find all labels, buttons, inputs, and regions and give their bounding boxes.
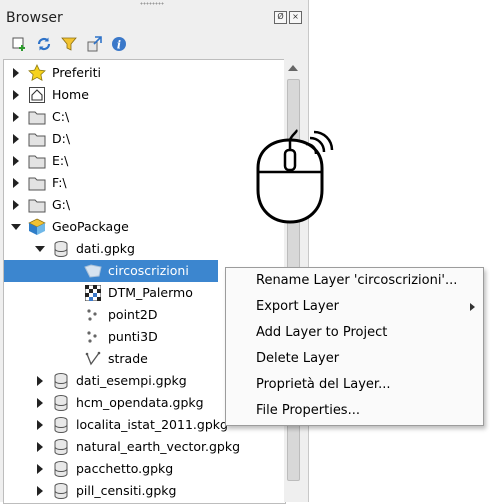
- scroll-up-icon[interactable]: [288, 65, 298, 71]
- expand-arrow-icon[interactable]: [10, 111, 22, 123]
- tree-item-drive-c[interactable]: C:\: [10, 106, 69, 128]
- geopackage-icon: [28, 218, 46, 236]
- polygon-layer-icon: [84, 262, 102, 280]
- tree-item-preferiti[interactable]: Preferiti: [10, 62, 101, 84]
- tree-item-label: localita_istat_2011.gpkg: [76, 417, 228, 432]
- tree-item-label: natural_earth_vector.gpkg: [76, 439, 241, 454]
- tree-item-drive-e[interactable]: E:\: [10, 150, 68, 172]
- menu-item-rename-layer[interactable]: Rename Layer 'circoscrizioni'...: [256, 268, 457, 294]
- database-icon: [52, 394, 70, 412]
- expand-arrow-icon[interactable]: [34, 375, 46, 387]
- tree-item-drive-d[interactable]: D:\: [10, 128, 70, 150]
- tree-item-pill-censiti[interactable]: pill_censiti.gpkg: [34, 480, 176, 502]
- tree-item-label: E:\: [52, 153, 69, 168]
- menu-item-export-layer[interactable]: Export Layer: [256, 294, 476, 320]
- tree-item-pacchetto[interactable]: pacchetto.gpkg: [34, 458, 173, 480]
- tree-item-localita-istat[interactable]: localita_istat_2011.gpkg: [34, 414, 228, 436]
- point-layer-icon: [84, 306, 102, 324]
- collapse-arrow-icon[interactable]: [34, 243, 46, 255]
- tree-item-label: punti3D: [108, 329, 158, 344]
- tree-item-point2d[interactable]: point2D: [84, 304, 157, 326]
- folder-icon: [28, 152, 46, 170]
- context-menu: Rename Layer 'circoscrizioni'... Export …: [225, 267, 484, 426]
- tree-item-geopackage[interactable]: GeoPackage: [10, 216, 129, 238]
- tree-item-circoscrizioni[interactable]: circoscrizioni: [4, 260, 218, 282]
- tree-item-drive-f[interactable]: F:\: [10, 172, 67, 194]
- line-layer-icon: [84, 350, 102, 368]
- refresh-icon[interactable]: [35, 35, 52, 52]
- info-icon[interactable]: i: [110, 35, 127, 52]
- tree-item-dati-gpkg[interactable]: dati.gpkg: [34, 238, 135, 260]
- tree-item-hcm-opendata[interactable]: hcm_opendata.gpkg: [34, 392, 204, 414]
- expand-arrow-icon[interactable]: [10, 89, 22, 101]
- filter-icon[interactable]: [60, 35, 77, 52]
- folder-icon: [28, 130, 46, 148]
- expand-arrow-icon[interactable]: [34, 441, 46, 453]
- tree-item-label: dati_esempi.gpkg: [76, 373, 187, 388]
- expand-arrow-icon[interactable]: [10, 155, 22, 167]
- database-icon: [52, 416, 70, 434]
- tree-item-label: Preferiti: [52, 65, 101, 80]
- collapse-arrow-icon[interactable]: [10, 221, 22, 233]
- expand-arrow-icon[interactable]: [34, 419, 46, 431]
- tree-item-natural-earth[interactable]: natural_earth_vector.gpkg: [34, 436, 240, 458]
- tree-item-label: GeoPackage: [52, 219, 129, 234]
- tree-item-label: dati.gpkg: [76, 241, 135, 256]
- float-panel-button[interactable]: Ø: [274, 11, 287, 24]
- tree-item-label: G:\: [52, 197, 71, 212]
- tree-item-drive-g[interactable]: G:\: [10, 194, 70, 216]
- tree-item-dtm-palermo[interactable]: DTM_Palermo: [84, 282, 193, 304]
- database-icon: [52, 372, 70, 390]
- tree-item-label: Home: [52, 87, 89, 102]
- close-panel-button[interactable]: ×: [289, 11, 302, 24]
- tree-item-punti3d[interactable]: punti3D: [84, 326, 158, 348]
- expand-arrow-icon[interactable]: [10, 199, 22, 211]
- tree-item-label: D:\: [52, 131, 71, 146]
- point-layer-icon: [84, 328, 102, 346]
- tree-item-strade[interactable]: strade: [84, 348, 148, 370]
- tree-item-label: circoscrizioni: [108, 263, 189, 278]
- collapse-icon[interactable]: [85, 35, 102, 52]
- menu-item-layer-properties[interactable]: Proprietà del Layer...: [256, 372, 390, 398]
- expand-arrow-icon[interactable]: [10, 67, 22, 79]
- expand-arrow-icon[interactable]: [34, 397, 46, 409]
- expand-arrow-icon[interactable]: [10, 133, 22, 145]
- panel-drag-handle[interactable]: [140, 2, 164, 5]
- add-layer-icon[interactable]: [10, 35, 27, 52]
- tree-item-label: pill_censiti.gpkg: [76, 483, 177, 498]
- tree-item-label: pacchetto.gpkg: [76, 461, 174, 476]
- menu-item-file-properties[interactable]: File Properties...: [256, 398, 360, 424]
- expand-arrow-icon[interactable]: [10, 177, 22, 189]
- tree-item-label: F:\: [52, 175, 67, 190]
- star-icon: [28, 64, 46, 82]
- menu-item-label: Export Layer: [256, 299, 339, 314]
- svg-text:i: i: [116, 38, 120, 51]
- tree-item-label: strade: [108, 351, 148, 366]
- tree-item-label: DTM_Palermo: [108, 285, 193, 300]
- expand-arrow-icon[interactable]: [34, 485, 46, 497]
- database-icon: [52, 460, 70, 478]
- menu-item-add-layer-to-project[interactable]: Add Layer to Project: [256, 320, 387, 346]
- folder-icon: [28, 196, 46, 214]
- submenu-arrow-icon: [470, 303, 475, 311]
- database-icon: [52, 482, 70, 500]
- database-icon: [52, 438, 70, 456]
- tree-item-label: point2D: [108, 307, 158, 322]
- tree-item-home[interactable]: Home: [10, 84, 89, 106]
- tree-item-dati-esempi[interactable]: dati_esempi.gpkg: [34, 370, 187, 392]
- expand-arrow-icon[interactable]: [34, 463, 46, 475]
- folder-icon: [28, 174, 46, 192]
- tree-item-label: C:\: [52, 109, 70, 124]
- home-icon: [28, 86, 46, 104]
- browser-toolbar: i: [10, 35, 127, 52]
- panel-title: Browser: [6, 10, 63, 26]
- database-icon: [52, 240, 70, 258]
- menu-item-delete-layer[interactable]: Delete Layer: [256, 346, 339, 372]
- raster-layer-icon: [84, 284, 102, 302]
- tree-item-label: hcm_opendata.gpkg: [76, 395, 204, 410]
- folder-icon: [28, 108, 46, 126]
- mouse-right-click-icon: [252, 128, 338, 229]
